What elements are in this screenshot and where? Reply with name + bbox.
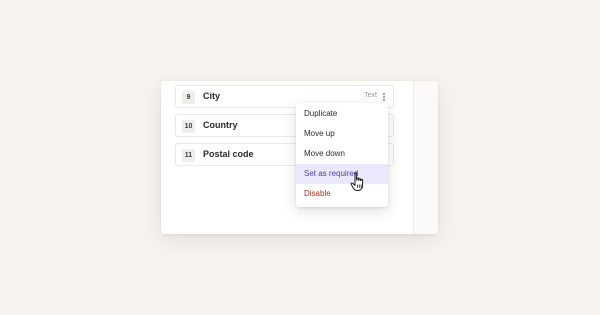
hand-pointer-icon [350, 172, 364, 191]
side-panel [413, 81, 438, 234]
field-label: Postal code [203, 149, 254, 159]
field-number: 11 [182, 149, 195, 162]
menu-item-move-up[interactable]: Move up [296, 124, 388, 144]
field-context-menu: Duplicate Move up Move down Set as requi… [296, 103, 388, 207]
field-number: 9 [182, 91, 195, 104]
field-number: 10 [182, 120, 195, 133]
menu-item-duplicate[interactable]: Duplicate [296, 104, 388, 124]
field-label: Country [203, 120, 238, 130]
field-label: City [203, 91, 221, 101]
menu-item-set-as-required[interactable]: Set as required [296, 164, 388, 184]
kebab-menu-icon[interactable] [381, 91, 387, 103]
menu-item-move-down[interactable]: Move down [296, 144, 388, 164]
field-type: Text [364, 92, 377, 99]
menu-item-disable[interactable]: Disable [296, 184, 388, 204]
